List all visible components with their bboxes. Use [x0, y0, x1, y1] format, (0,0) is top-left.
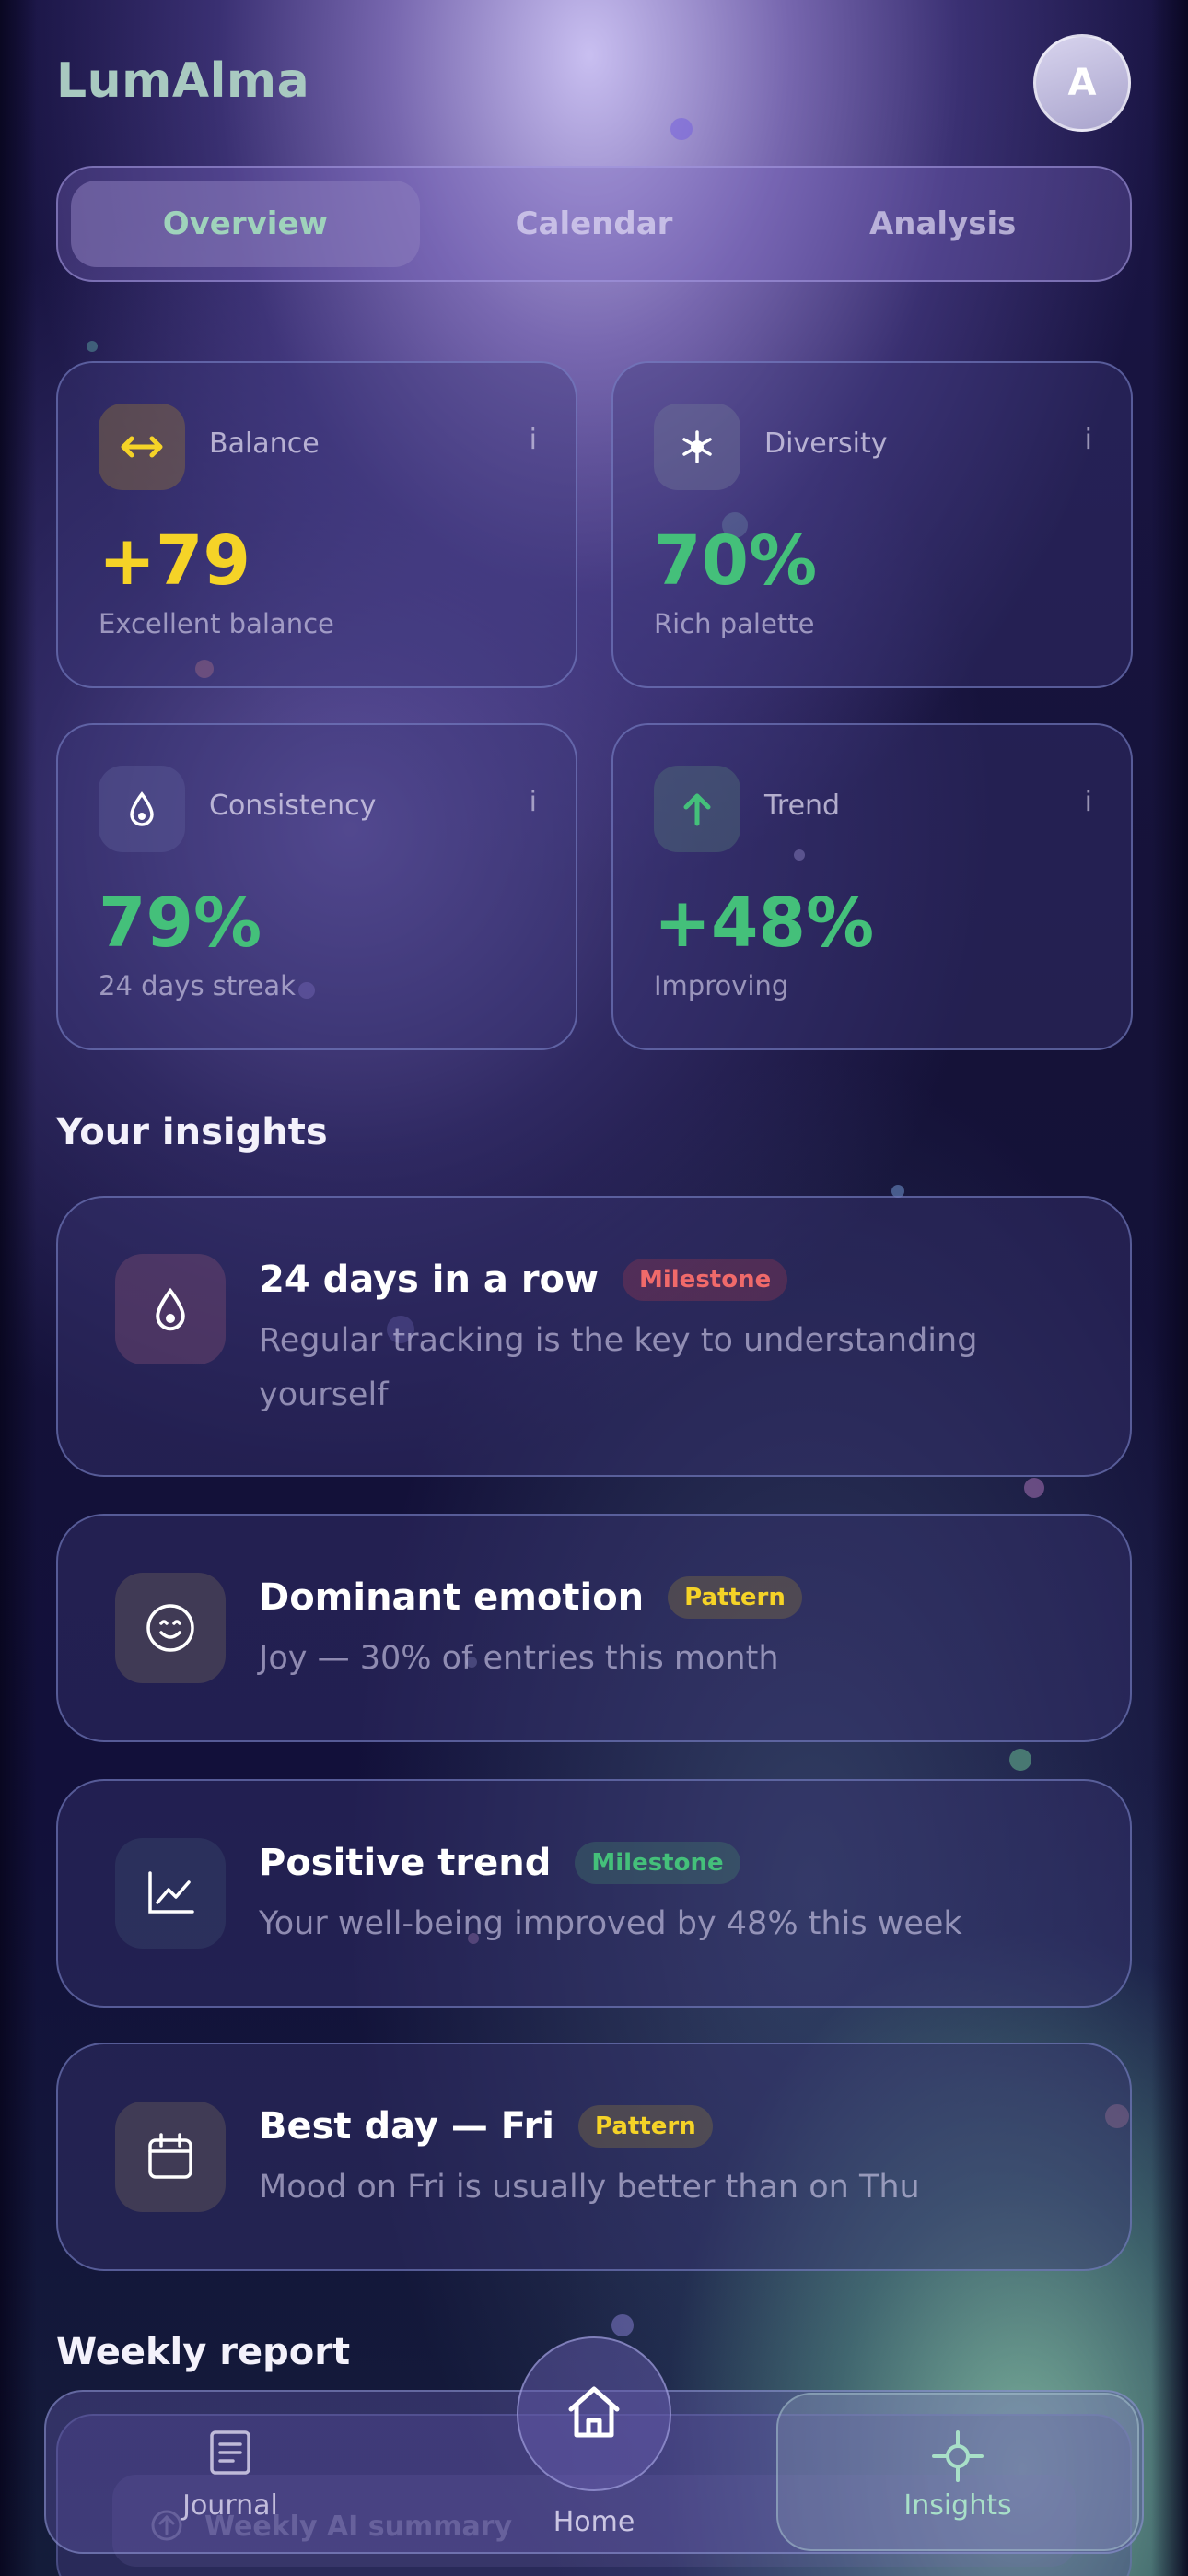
stat-value: 79%	[99, 884, 262, 963]
insight-card[interactable]: Best day — Fri Pattern Mood on Fri is us…	[56, 2043, 1132, 2271]
arrows-horizontal-icon	[99, 404, 185, 490]
stat-card-consistency[interactable]: Consistency i 79% 24 days streak	[56, 723, 577, 1050]
stat-value: +48%	[654, 884, 875, 963]
info-icon[interactable]: i	[1085, 786, 1092, 818]
stat-value: 70%	[654, 521, 818, 601]
insight-description: Joy — 30% of entries this month	[259, 1640, 779, 1677]
nav-home-button[interactable]	[517, 2336, 671, 2491]
insight-badge: Pattern	[578, 2105, 713, 2148]
info-icon[interactable]: i	[1085, 424, 1092, 456]
view-tabs: Overview Calendar Analysis	[56, 166, 1132, 282]
nav-insights[interactable]: Insights	[884, 2429, 1031, 2522]
journal-icon	[208, 2429, 252, 2480]
drop-icon	[115, 1254, 226, 1364]
stat-subtitle: Excellent balance	[99, 608, 334, 639]
insight-badge: Milestone	[575, 1842, 740, 1884]
stat-value: +79	[99, 521, 250, 601]
stat-label: Trend	[764, 790, 841, 822]
insight-card[interactable]: 24 days in a row Milestone Regular track…	[56, 1196, 1132, 1477]
nav-label: Home	[553, 2506, 635, 2538]
insight-title: Positive trend	[259, 1842, 552, 1884]
insights-section-title: Your insights	[56, 1111, 328, 1153]
insight-card[interactable]: Positive trend Milestone Your well-being…	[56, 1779, 1132, 2008]
insight-card[interactable]: Dominant emotion Pattern Joy — 30% of en…	[56, 1514, 1132, 1742]
insight-description: Regular tracking is the key to understan…	[259, 1322, 978, 1413]
arrow-up-icon	[654, 766, 740, 852]
smile-icon	[115, 1573, 226, 1683]
insight-title: 24 days in a row	[259, 1259, 599, 1301]
info-icon[interactable]: i	[530, 424, 537, 456]
stat-card-trend[interactable]: Trend i +48% Improving	[611, 723, 1133, 1050]
weekly-report-title: Weekly report	[56, 2331, 351, 2373]
crosshair-icon	[930, 2429, 985, 2488]
nav-journal[interactable]: Journal	[157, 2429, 304, 2522]
drop-icon	[99, 766, 185, 852]
stat-label: Diversity	[764, 427, 888, 460]
avatar[interactable]: A	[1033, 34, 1131, 132]
insight-description: Your well-being improved by 48% this wee…	[259, 1905, 962, 1942]
stat-label: Consistency	[209, 790, 377, 822]
nav-label: Insights	[903, 2489, 1012, 2522]
tab-analysis[interactable]: Analysis	[768, 181, 1117, 267]
insight-title: Dominant emotion	[259, 1576, 645, 1619]
tab-calendar[interactable]: Calendar	[420, 181, 769, 267]
insight-title: Best day — Fri	[259, 2105, 554, 2148]
stat-card-balance[interactable]: Balance i +79 Excellent balance	[56, 361, 577, 688]
calendar-icon	[115, 2102, 226, 2212]
stat-subtitle: 24 days streak	[99, 970, 296, 1001]
tab-overview[interactable]: Overview	[71, 181, 420, 267]
info-icon[interactable]: i	[530, 786, 537, 818]
home-icon	[564, 2382, 624, 2446]
nav-home-label-wrap[interactable]: Home	[520, 2497, 668, 2538]
stat-subtitle: Improving	[654, 970, 789, 1001]
stat-label: Balance	[209, 427, 320, 460]
insight-badge: Milestone	[622, 1259, 788, 1301]
insight-description: Mood on Fri is usually better than on Th…	[259, 2169, 920, 2206]
app-title: LumAlma	[56, 53, 310, 109]
stat-subtitle: Rich palette	[654, 608, 815, 639]
nav-label: Journal	[182, 2489, 278, 2522]
sparkle-icon	[654, 404, 740, 490]
stat-card-diversity[interactable]: Diversity i 70% Rich palette	[611, 361, 1133, 688]
insight-badge: Pattern	[668, 1576, 802, 1619]
trend-chart-icon	[115, 1838, 226, 1949]
